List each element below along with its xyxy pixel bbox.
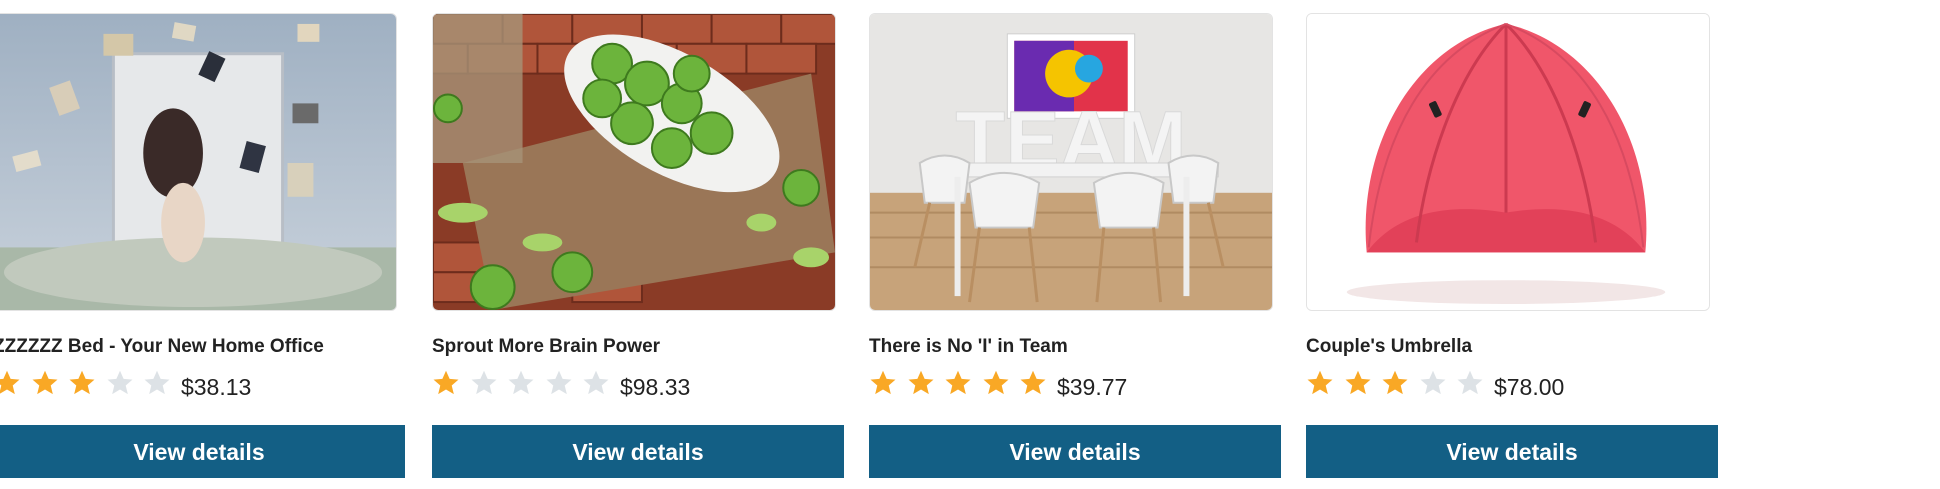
star-empty-icon (106, 369, 134, 397)
star-empty-icon (507, 369, 535, 397)
product-title[interactable]: Couple's Umbrella (1306, 336, 1472, 358)
star-filled-icon (982, 369, 1010, 397)
star-filled-icon (1019, 369, 1047, 397)
product-price: $38.13 (180, 373, 252, 400)
star-filled-icon (432, 369, 460, 397)
product-title[interactable]: Sprout More Brain Power (432, 336, 660, 358)
star-empty-icon (470, 369, 498, 397)
product-image-umbrella[interactable] (1306, 13, 1710, 311)
view-details-button[interactable]: View details (1306, 425, 1718, 478)
star-filled-icon (68, 369, 96, 397)
star-filled-icon (869, 369, 897, 397)
star-empty-icon (1419, 369, 1447, 397)
star-rating: $38.13 (0, 365, 251, 401)
product-title[interactable]: There is No 'I' in Team (869, 336, 1068, 358)
product-title[interactable]: ZZZZZZ Bed - Your New Home Office (0, 336, 324, 358)
product-row: ZZZZZZ Bed - Your New Home Office $38.13… (0, 0, 1940, 489)
star-empty-icon (545, 369, 573, 397)
view-details-button[interactable]: View details (0, 425, 405, 478)
product-price: $39.77 (1056, 373, 1128, 400)
view-details-button[interactable]: View details (869, 425, 1281, 478)
product-price: $98.33 (619, 373, 691, 400)
star-rating: $98.33 (432, 365, 690, 401)
product-image-sprouts[interactable] (432, 13, 836, 311)
star-filled-icon (1344, 369, 1372, 397)
star-empty-icon (582, 369, 610, 397)
star-filled-icon (944, 369, 972, 397)
star-rating: $39.77 (869, 365, 1127, 401)
star-filled-icon (907, 369, 935, 397)
star-empty-icon (1456, 369, 1484, 397)
star-filled-icon (0, 369, 21, 397)
view-details-button[interactable]: View details (432, 425, 844, 478)
star-filled-icon (1306, 369, 1334, 397)
star-rating: $78.00 (1306, 365, 1564, 401)
star-filled-icon (1381, 369, 1409, 397)
product-image-team[interactable]: TEAM (869, 13, 1273, 311)
product-image-bed[interactable] (0, 13, 397, 311)
star-filled-icon (31, 369, 59, 397)
star-empty-icon (143, 369, 171, 397)
product-price: $78.00 (1493, 373, 1565, 400)
